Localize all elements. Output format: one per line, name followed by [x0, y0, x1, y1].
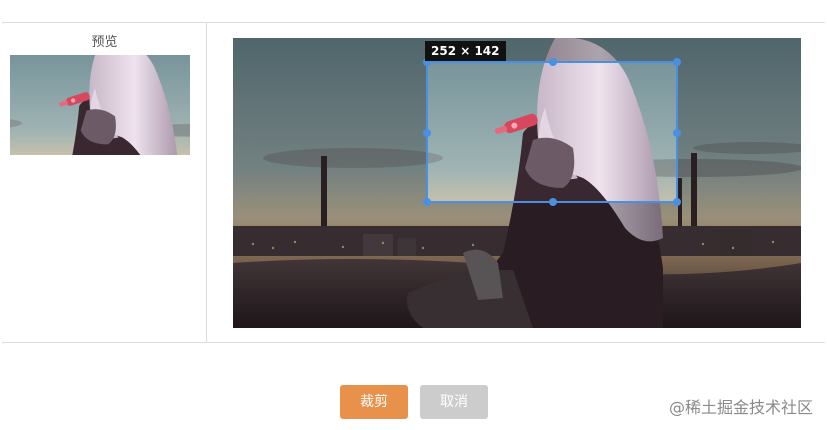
- crop-size-label: 252 × 142: [425, 41, 506, 61]
- resize-handle-bottom-left[interactable]: [423, 198, 431, 206]
- preview-title: 预览: [91, 35, 118, 50]
- cropper-panel: 预览: [2, 22, 825, 343]
- resize-handle-bottom-right[interactable]: [673, 198, 681, 206]
- watermark: @稀土掘金技术社区: [668, 398, 813, 417]
- crop-selection-image: [428, 63, 676, 201]
- resize-handle-left[interactable]: [423, 129, 431, 137]
- preview-image: [10, 55, 190, 155]
- preview-column: 预览: [2, 23, 207, 342]
- resize-handle-top-right[interactable]: [673, 58, 681, 66]
- resize-handle-top[interactable]: [549, 58, 557, 66]
- resize-handle-right[interactable]: [673, 129, 681, 137]
- resize-handle-bottom[interactable]: [549, 198, 557, 206]
- crop-button[interactable]: 裁剪: [340, 385, 408, 419]
- crop-stage[interactable]: [233, 38, 801, 328]
- cancel-button[interactable]: 取消: [420, 385, 488, 419]
- crop-selection-box[interactable]: [423, 58, 681, 206]
